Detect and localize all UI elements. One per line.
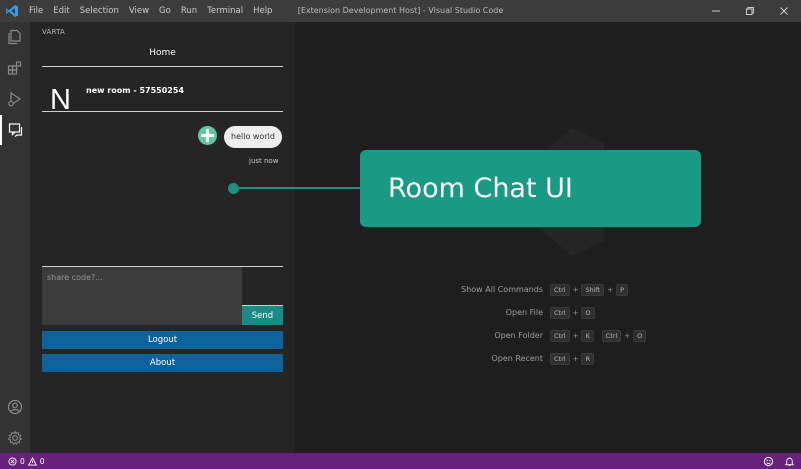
- title-bar: File Edit Selection View Go Run Terminal…: [0, 0, 801, 22]
- shortcut-keys: Ctrl + O: [549, 306, 596, 320]
- statusbar-right: [763, 453, 795, 469]
- menu-bar: File Edit Selection View Go Run Terminal…: [24, 0, 277, 22]
- editor-area: Show All Commands Ctrl + Shift + P Open Fi…: [295, 22, 801, 453]
- user-avatar-icon: [198, 126, 217, 145]
- key: Ctrl: [550, 284, 570, 296]
- key: Ctrl: [550, 307, 570, 319]
- menu-selection[interactable]: Selection: [75, 0, 124, 22]
- share-code-input[interactable]: [42, 267, 242, 325]
- about-button[interactable]: About: [42, 354, 283, 372]
- warning-icon: [27, 456, 37, 466]
- close-icon[interactable]: [767, 0, 801, 22]
- problems-indicator[interactable]: 0 0: [0, 456, 45, 466]
- menu-go[interactable]: Go: [154, 0, 176, 22]
- callout-dot: [228, 183, 239, 194]
- shortcut-open-recent[interactable]: Open Recent Ctrl + R: [415, 352, 715, 366]
- settings-gear-icon[interactable]: [0, 423, 30, 453]
- key: K: [581, 330, 594, 342]
- sidebar-header: VARTA: [42, 28, 66, 36]
- key: Ctrl: [550, 353, 570, 365]
- menu-run[interactable]: Run: [176, 0, 202, 22]
- notifications-icon[interactable]: [784, 456, 795, 467]
- shortcut-label: Open Recent: [491, 354, 543, 363]
- room-avatar: N: [50, 84, 71, 116]
- callout-connector: [232, 187, 362, 189]
- message-time: just now: [249, 157, 279, 165]
- shortcut-keys: Ctrl + K Ctrl + O: [549, 329, 647, 343]
- shortcut-label: Open Folder: [494, 331, 543, 340]
- divider: [42, 111, 283, 112]
- key: O: [633, 330, 647, 342]
- explorer-icon[interactable]: [0, 22, 30, 52]
- menu-file[interactable]: File: [24, 0, 48, 22]
- logout-button[interactable]: Logout: [42, 331, 283, 349]
- status-bar: 0 0: [0, 453, 801, 469]
- key: Shift: [581, 284, 605, 296]
- shortcut-label: Open File: [505, 308, 543, 317]
- shortcut-keys: Ctrl + R: [549, 352, 595, 366]
- restore-icon[interactable]: [733, 0, 767, 22]
- shortcut-show-all-commands[interactable]: Show All Commands Ctrl + Shift + P: [415, 283, 715, 297]
- chat-icon[interactable]: [0, 115, 30, 145]
- shortcut-open-folder[interactable]: Open Folder Ctrl + K Ctrl + O: [415, 329, 715, 343]
- key: Ctrl: [601, 330, 622, 342]
- key: Ctrl: [550, 330, 570, 342]
- key: O: [581, 307, 595, 319]
- minimize-icon[interactable]: [699, 0, 733, 22]
- room-name[interactable]: new room - 57550254: [86, 86, 184, 95]
- feedback-icon[interactable]: [763, 456, 774, 467]
- account-icon[interactable]: [0, 392, 30, 422]
- divider: [42, 66, 283, 67]
- warning-count: 0: [39, 456, 45, 466]
- error-icon: [8, 456, 17, 466]
- menu-view[interactable]: View: [124, 0, 154, 22]
- window-controls: [699, 0, 801, 22]
- error-count: 0: [20, 456, 25, 466]
- activity-bar: [0, 22, 30, 453]
- key: P: [616, 284, 629, 296]
- shortcut-keys: Ctrl + Shift + P: [549, 283, 629, 297]
- extensions-icon[interactable]: [0, 53, 30, 83]
- shortcut-label: Show All Commands: [461, 285, 543, 294]
- send-button[interactable]: Send: [242, 305, 283, 325]
- message-bubble: hello world: [224, 126, 282, 148]
- callout-label: Room Chat UI: [360, 150, 701, 227]
- menu-edit[interactable]: Edit: [48, 0, 74, 22]
- vscode-logo-icon: [0, 0, 24, 22]
- shortcut-open-file[interactable]: Open File Ctrl + O: [415, 306, 715, 320]
- home-title: Home: [149, 48, 176, 58]
- key: R: [581, 353, 594, 365]
- run-debug-icon[interactable]: [0, 84, 30, 114]
- menu-help[interactable]: Help: [248, 0, 277, 22]
- menu-terminal[interactable]: Terminal: [202, 0, 248, 22]
